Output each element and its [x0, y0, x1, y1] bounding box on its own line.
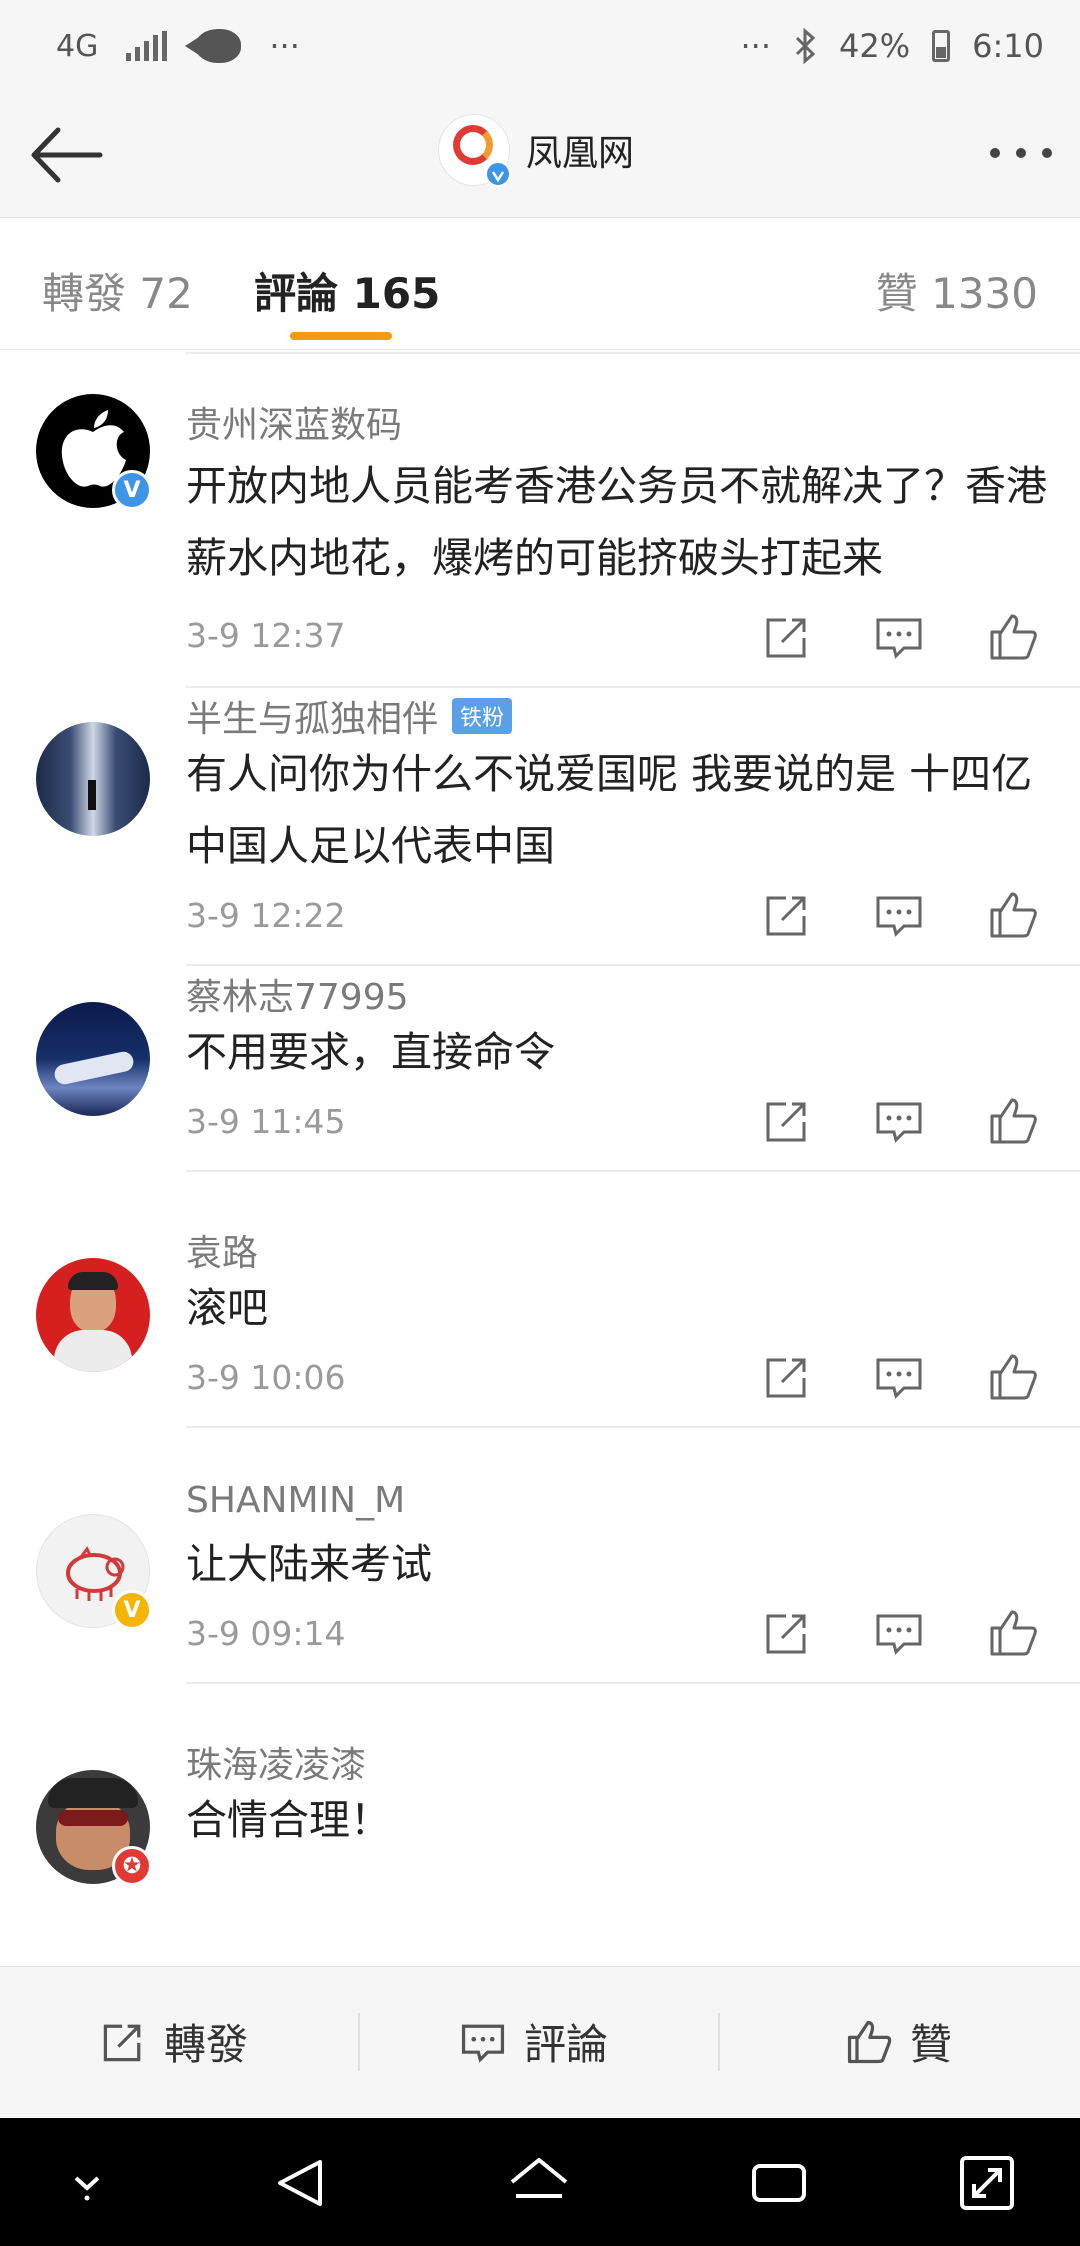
nav-bar: 凤凰网 — [0, 92, 1080, 218]
comment-text: 不用要求，直接命令 — [186, 1028, 555, 1076]
comment-text: 合情合理！ — [186, 1796, 391, 1844]
comment-actions — [760, 1606, 1040, 1662]
comment-text: 让大陆来考试 — [186, 1540, 432, 1588]
username[interactable]: 半生与孤独相伴 铁粉 — [186, 690, 513, 742]
bluetooth-icon — [795, 28, 816, 64]
account-header[interactable]: 凤凰网 — [438, 114, 635, 187]
comment-button[interactable]: 評論 — [458, 2011, 608, 2072]
like-icon — [847, 2020, 892, 2063]
hide-keyboard-icon[interactable] — [52, 2148, 122, 2218]
tab-bar: 轉發 72 評論 165 贊 1330 — [0, 218, 1080, 350]
comment-icon[interactable] — [872, 1350, 926, 1404]
like-icon[interactable] — [986, 1606, 1040, 1660]
verified-badge-icon: V — [112, 470, 152, 510]
home-nav-icon[interactable] — [504, 2148, 574, 2218]
fan-badge: 铁粉 — [452, 698, 513, 734]
system-nav-bar — [0, 2118, 1080, 2246]
comment-text: 有人问你为什么不说爱国呢 我要说的是 十四亿中国人足以代表中国 — [186, 750, 1033, 870]
like-icon[interactable] — [986, 1350, 1040, 1404]
comment-icon[interactable] — [872, 610, 926, 664]
comment-icon[interactable] — [872, 1606, 926, 1660]
comment-list[interactable]: V 贵州深蓝数码 开放内地人员能考香港公务员不就解决了？香港薪水内地花，爆烤的可… — [0, 352, 1080, 1966]
like-icon[interactable] — [986, 888, 1040, 942]
comment-actions — [760, 888, 1040, 944]
comment-time: 3-9 09:14 — [186, 1614, 346, 1653]
repost-icon[interactable] — [760, 1094, 814, 1148]
battery-percent: 42% — [839, 27, 911, 65]
avatar[interactable]: ✪ — [36, 1770, 152, 1886]
comment-time: 3-9 10:06 — [186, 1358, 346, 1397]
username[interactable]: SHANMIN_M — [186, 1480, 405, 1521]
page-title: 凤凰网 — [526, 133, 635, 174]
avatar[interactable]: V — [36, 1514, 152, 1630]
comment-actions — [760, 1094, 1040, 1150]
username[interactable]: 袁路 — [186, 1224, 258, 1276]
repost-icon[interactable] — [760, 610, 814, 664]
comment-time: 3-9 11:45 — [186, 1102, 346, 1141]
avatar[interactable] — [36, 722, 150, 836]
tab-comments[interactable]: 評論 165 — [254, 260, 440, 321]
tab-repost[interactable]: 轉發 72 — [42, 260, 193, 321]
avatar[interactable]: V — [36, 394, 152, 510]
tab-likes[interactable]: 贊 1330 — [876, 260, 1038, 321]
comment-text: 开放内地人员能考香港公务员不就解决了？香港薪水内地花，爆烤的可能挤破头打起来 — [186, 462, 1047, 582]
more-status-icons: ··· — [740, 27, 772, 65]
repost-button[interactable]: 轉發 — [98, 2011, 248, 2072]
app-notification-icon — [185, 29, 242, 63]
fullscreen-icon[interactable] — [952, 2148, 1022, 2218]
clock: 6:10 — [972, 27, 1044, 65]
account-logo — [438, 114, 511, 187]
comment-icon — [461, 2024, 505, 2063]
active-tab-indicator — [290, 332, 392, 340]
username[interactable]: 贵州深蓝数码 — [186, 396, 402, 448]
verified-badge-icon — [485, 161, 511, 187]
signal-icon — [126, 31, 168, 61]
comment-actions — [760, 610, 1040, 666]
repost-icon[interactable] — [760, 888, 814, 942]
comment-time: 3-9 12:22 — [186, 896, 346, 935]
verified-badge-icon: V — [112, 1590, 152, 1630]
comment-text: 滚吧 — [186, 1284, 268, 1332]
bottom-action-bar: 轉發 評論 贊 — [0, 1966, 1080, 2118]
repost-icon[interactable] — [760, 1606, 814, 1660]
comment-actions — [760, 1350, 1040, 1406]
battery-icon — [932, 30, 951, 62]
like-icon[interactable] — [986, 610, 1040, 664]
avatar[interactable] — [36, 1258, 150, 1372]
comment-icon[interactable] — [872, 888, 926, 942]
status-bar: 4G ··· ··· 42% 6:10 — [0, 0, 1080, 92]
more-notifications: ··· — [269, 27, 300, 65]
recent-apps-icon[interactable] — [744, 2148, 814, 2218]
like-icon[interactable] — [986, 1094, 1040, 1148]
comment-label: 評論 — [524, 2020, 609, 2069]
back-arrow-icon[interactable] — [26, 120, 106, 190]
username[interactable]: 珠海凌凌漆 — [186, 1736, 366, 1788]
more-options-icon[interactable] — [990, 148, 1052, 158]
network-indicator: 4G — [56, 28, 99, 64]
repost-label: 轉發 — [164, 2020, 249, 2069]
repost-icon[interactable] — [760, 1350, 814, 1404]
avatar[interactable] — [36, 1002, 150, 1116]
like-label: 贊 — [910, 2020, 953, 2069]
verified-badge-icon: ✪ — [112, 1846, 152, 1886]
repost-icon — [103, 2024, 141, 2061]
comment-time: 3-9 12:37 — [186, 616, 346, 655]
comment-icon[interactable] — [872, 1094, 926, 1148]
like-button[interactable]: 贊 — [844, 2011, 952, 2072]
back-nav-icon[interactable] — [266, 2148, 336, 2218]
username[interactable]: 蔡林志77995 — [186, 968, 409, 1020]
